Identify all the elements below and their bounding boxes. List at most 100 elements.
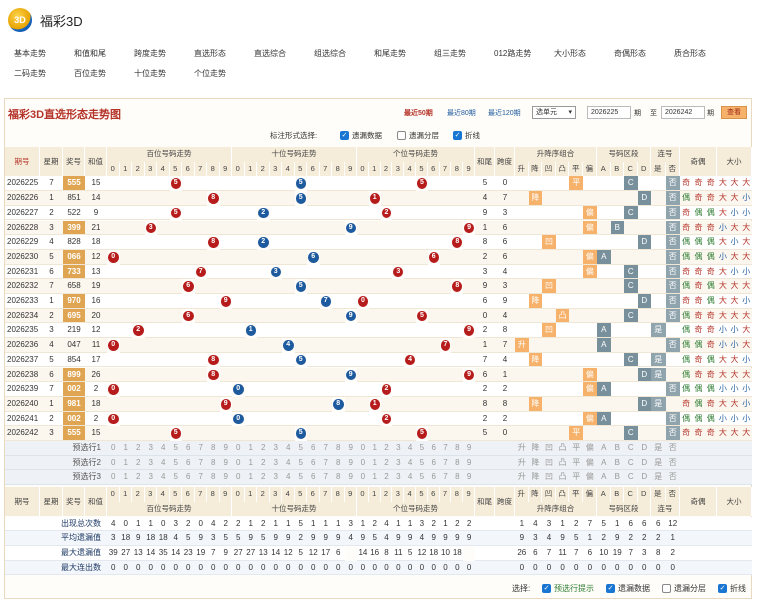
predict-digit[interactable]: 5: [416, 470, 428, 486]
checkbox-icon[interactable]: [662, 584, 671, 593]
predict-digit[interactable]: 5: [294, 470, 307, 486]
nav-link[interactable]: 二码走势: [14, 64, 74, 84]
predict-pattern[interactable]: 凸: [555, 470, 570, 486]
predict-digit[interactable]: 5: [169, 441, 182, 456]
predict-digit[interactable]: 9: [219, 455, 232, 471]
predict-digit[interactable]: 6: [182, 470, 195, 486]
nav-link[interactable]: 组选综合: [314, 44, 374, 64]
predict-digit[interactable]: 0: [232, 470, 245, 486]
predict-digit[interactable]: 4: [282, 455, 295, 471]
predict-digit[interactable]: 6: [307, 455, 320, 471]
predict-digit[interactable]: 5: [169, 470, 182, 486]
predict-zone[interactable]: D: [637, 455, 651, 471]
predict-digit[interactable]: 3: [144, 470, 157, 486]
checkbox-icon[interactable]: ✓: [606, 584, 615, 593]
predict-digit[interactable]: 6: [307, 441, 320, 456]
recent-120-link[interactable]: 最近120期: [488, 108, 521, 118]
predict-digit[interactable]: 7: [439, 441, 452, 456]
checkbox-icon[interactable]: ✓: [718, 584, 727, 593]
footer-polyline-option[interactable]: ✓ 折线: [718, 583, 746, 594]
predict-digit[interactable]: 6: [182, 455, 195, 471]
predict-zone[interactable]: D: [637, 470, 651, 486]
nav-link[interactable]: 和值和尾: [74, 44, 134, 64]
predict-digit[interactable]: 5: [416, 455, 428, 471]
nav-link[interactable]: 十位走势: [134, 64, 194, 84]
predict-digit[interactable]: 6: [427, 455, 440, 471]
predict-digit[interactable]: 2: [132, 441, 145, 456]
missing-layer-option[interactable]: 遗漏分层: [397, 130, 439, 141]
predict-consec[interactable]: 是: [651, 455, 666, 471]
predict-digit[interactable]: 5: [294, 441, 307, 456]
predict-digit[interactable]: 9: [463, 455, 475, 471]
predict-digit[interactable]: 4: [282, 470, 295, 486]
predict-digit[interactable]: 5: [416, 441, 428, 456]
footer-missing-data-option[interactable]: ✓ 遗漏数据: [606, 583, 650, 594]
predict-digit[interactable]: 2: [257, 470, 270, 486]
predict-digit[interactable]: 2: [380, 441, 393, 456]
date-to-input[interactable]: 2026242: [661, 106, 705, 119]
predict-zone[interactable]: D: [637, 441, 651, 456]
nav-link[interactable]: 质合形态: [674, 44, 734, 64]
predict-zone[interactable]: A: [597, 441, 611, 456]
predict-pattern[interactable]: 平: [569, 455, 583, 471]
predict-pattern[interactable]: 偏: [583, 455, 597, 471]
predict-digit[interactable]: 7: [194, 470, 207, 486]
predict-digit[interactable]: 9: [219, 441, 232, 456]
predict-digit[interactable]: 0: [357, 470, 369, 486]
predict-zone[interactable]: C: [624, 455, 638, 471]
predict-digit[interactable]: 8: [332, 470, 345, 486]
predict-pattern[interactable]: 凸: [555, 455, 570, 471]
predict-digit[interactable]: 3: [392, 470, 405, 486]
nav-link[interactable]: 基本走势: [14, 44, 74, 64]
predict-digit[interactable]: 1: [368, 455, 381, 471]
predict-pattern[interactable]: 降: [528, 441, 543, 456]
predict-consec[interactable]: 否: [665, 441, 680, 456]
date-from-input[interactable]: 2026225: [587, 106, 631, 119]
checkbox-icon[interactable]: ✓: [453, 131, 462, 140]
predict-digit[interactable]: 9: [219, 470, 232, 486]
predict-digit[interactable]: 1: [119, 470, 132, 486]
predict-digit[interactable]: 0: [107, 441, 120, 456]
predict-pattern[interactable]: 凸: [555, 441, 570, 456]
recent-80-link[interactable]: 最近80期: [447, 108, 476, 118]
predict-zone[interactable]: A: [597, 455, 611, 471]
predict-digit[interactable]: 0: [232, 455, 245, 471]
predict-digit[interactable]: 7: [319, 455, 332, 471]
predict-consec[interactable]: 是: [651, 470, 666, 486]
predict-consec[interactable]: 是: [651, 441, 666, 456]
predict-digit[interactable]: 4: [157, 470, 170, 486]
predict-zone[interactable]: B: [610, 455, 624, 471]
predict-digit[interactable]: 1: [244, 470, 257, 486]
predict-pattern[interactable]: 偏: [583, 470, 597, 486]
predict-digit[interactable]: 4: [404, 441, 416, 456]
predict-digit[interactable]: 1: [368, 470, 381, 486]
polyline-option[interactable]: ✓ 折线: [453, 130, 480, 141]
nav-link[interactable]: 直选综合: [254, 44, 314, 64]
predict-zone[interactable]: A: [597, 470, 611, 486]
predict-hint-option[interactable]: ✓ 预选行提示: [542, 583, 594, 594]
predict-pattern[interactable]: 凹: [542, 470, 556, 486]
predict-zone[interactable]: B: [610, 470, 624, 486]
predict-digit[interactable]: 7: [194, 455, 207, 471]
predict-digit[interactable]: 7: [194, 441, 207, 456]
footer-missing-layer-option[interactable]: 遗漏分层: [662, 583, 706, 594]
nav-link[interactable]: 百位走势: [74, 64, 134, 84]
predict-zone[interactable]: C: [624, 441, 638, 456]
predict-digit[interactable]: 8: [332, 455, 345, 471]
predict-digit[interactable]: 1: [368, 441, 381, 456]
checkbox-icon[interactable]: ✓: [542, 584, 551, 593]
predict-digit[interactable]: 3: [269, 455, 282, 471]
predict-digit[interactable]: 6: [427, 441, 440, 456]
predict-digit[interactable]: 0: [232, 441, 245, 456]
predict-pattern[interactable]: 升: [515, 441, 529, 456]
predict-digit[interactable]: 7: [439, 470, 452, 486]
predict-digit[interactable]: 2: [257, 441, 270, 456]
predict-digit[interactable]: 8: [207, 455, 220, 471]
predict-digit[interactable]: 4: [282, 441, 295, 456]
predict-pattern[interactable]: 降: [528, 470, 543, 486]
nav-link[interactable]: 跨度走势: [134, 44, 194, 64]
predict-digit[interactable]: 0: [107, 455, 120, 471]
predict-digit[interactable]: 3: [144, 455, 157, 471]
predict-digit[interactable]: 9: [344, 441, 357, 456]
predict-pattern[interactable]: 平: [569, 470, 583, 486]
